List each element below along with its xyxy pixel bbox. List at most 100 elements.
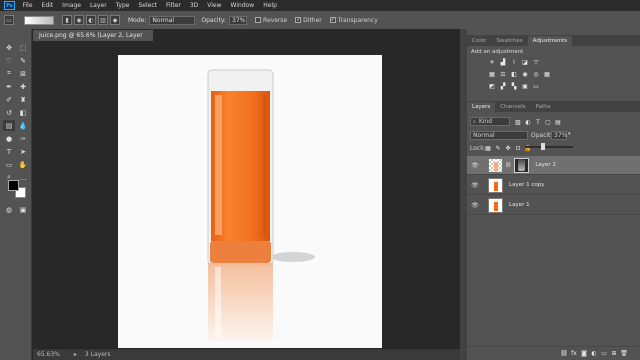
menu-3d[interactable]: 3D — [185, 0, 202, 11]
quick-select-icon[interactable]: ✎ — [17, 55, 29, 66]
menu-image[interactable]: Image — [58, 0, 86, 11]
vibrance-icon[interactable]: ▽ — [532, 58, 540, 66]
eraser-tool-icon[interactable]: ◧ — [17, 107, 29, 118]
filter-type-icon[interactable]: T — [534, 118, 542, 126]
document-tab[interactable]: Juice.png @ 65.6% (Layer 2, Layer Mask/8… — [33, 30, 153, 50]
tab-layers[interactable]: Layers — [467, 102, 496, 112]
tab-adjustments[interactable]: Adjustments — [527, 36, 573, 46]
mode-select[interactable]: Normal — [149, 15, 196, 25]
dither-checkbox[interactable]: ✓ — [295, 17, 302, 23]
filter-smart-icon[interactable]: ▤ — [554, 118, 562, 126]
layer-name[interactable]: Layer 1 — [509, 202, 530, 208]
history-brush-icon[interactable]: ↺ — [3, 107, 15, 118]
filter-pixel-icon[interactable]: ▨ — [514, 118, 522, 126]
tab-channels[interactable]: Channels — [495, 102, 530, 112]
foreground-color-swatch[interactable] — [8, 180, 19, 191]
levels-icon[interactable]: ▟ — [499, 58, 507, 66]
menu-help[interactable]: Help — [259, 0, 282, 11]
layer-row-layer-1-copy[interactable]: 👁 Layer 1 copy — [467, 176, 640, 195]
menu-filter[interactable]: Filter — [162, 0, 186, 11]
menu-file[interactable]: File — [18, 0, 37, 11]
gradient-map-icon[interactable]: ▭ — [532, 82, 540, 90]
selective-color-icon[interactable]: ▣ — [521, 82, 529, 90]
menu-select[interactable]: Select — [134, 0, 162, 11]
layer-name[interactable]: Layer 1 copy — [509, 182, 544, 188]
color-balance-icon[interactable]: ⚖ — [499, 70, 507, 78]
reflected-gradient-icon[interactable]: ▥ — [98, 15, 108, 25]
gradient-tool-icon[interactable]: ▭ — [4, 15, 14, 25]
gradient-tool-icon[interactable]: ▤ — [3, 120, 15, 131]
marquee-tool-icon[interactable]: ⬚ — [17, 42, 29, 53]
hue-saturation-icon[interactable]: ▦ — [488, 70, 496, 78]
angle-gradient-icon[interactable]: ◐ — [86, 15, 96, 25]
quick-mask-icon[interactable]: ◍ — [3, 204, 15, 215]
black-white-icon[interactable]: ◧ — [510, 70, 518, 78]
lock-pixels-icon[interactable]: ✎ — [494, 144, 502, 152]
layer-opacity-field[interactable]: 37% — [551, 131, 567, 140]
delete-layer-icon[interactable]: 🗑 — [620, 349, 628, 357]
crop-tool-icon[interactable]: ⌗ — [3, 68, 15, 79]
invert-icon[interactable]: ◩ — [488, 82, 496, 90]
path-select-icon[interactable]: ➤ — [17, 146, 29, 157]
opacity-slider-thumb[interactable] — [541, 143, 545, 150]
opacity-dropdown-icon[interactable]: ▾ — [568, 131, 574, 140]
linear-gradient-icon[interactable]: ▮ — [62, 15, 72, 25]
visibility-eye-icon[interactable]: 👁 — [470, 162, 480, 169]
menu-window[interactable]: Window — [226, 0, 259, 11]
layer-style-icon[interactable]: fx — [570, 349, 578, 357]
reverse-checkbox[interactable] — [255, 17, 262, 23]
new-adjustment-icon[interactable]: ◐ — [590, 349, 598, 357]
layer-name[interactable]: Layer 2 — [535, 162, 556, 168]
new-group-icon[interactable]: ▭ — [600, 349, 608, 357]
layer-filter-select[interactable]: ⌕ Kind — [470, 117, 510, 126]
blur-tool-icon[interactable]: 💧 — [17, 120, 29, 131]
transparency-checkbox[interactable]: ✓ — [329, 17, 336, 23]
tab-color[interactable]: Color — [467, 36, 491, 46]
exposure-icon[interactable]: ◪ — [521, 58, 529, 66]
document-canvas[interactable] — [118, 55, 382, 348]
filter-shape-icon[interactable]: ▢ — [544, 118, 552, 126]
menu-type[interactable]: Type — [111, 0, 134, 11]
radial-gradient-icon[interactable]: ◉ — [74, 15, 84, 25]
curves-icon[interactable]: ⌇ — [510, 58, 518, 66]
threshold-icon[interactable]: ▚ — [510, 82, 518, 90]
photo-filter-icon[interactable]: ◉ — [521, 70, 529, 78]
layer-row-layer-1[interactable]: 👁 Layer 1 — [467, 196, 640, 215]
hand-tool-icon[interactable]: ✋ — [17, 159, 29, 170]
menu-layer[interactable]: Layer — [85, 0, 111, 11]
dodge-tool-icon[interactable]: ● — [3, 133, 15, 144]
link-layers-icon[interactable]: ⛓ — [560, 349, 568, 357]
lock-position-icon[interactable]: ✥ — [504, 144, 512, 152]
healing-tool-icon[interactable]: ✚ — [17, 81, 29, 92]
add-mask-icon[interactable]: ◙ — [580, 349, 588, 357]
move-tool-icon[interactable]: ✥ — [3, 42, 15, 53]
pen-tool-icon[interactable]: ✑ — [17, 133, 29, 144]
menu-edit[interactable]: Edit — [37, 0, 58, 11]
frame-tool-icon[interactable]: ⊠ — [17, 68, 29, 79]
gradient-picker[interactable] — [24, 15, 54, 25]
tab-swatches[interactable]: Swatches — [491, 36, 527, 46]
posterize-icon[interactable]: ▞ — [499, 82, 507, 90]
type-tool-icon[interactable]: T — [3, 146, 15, 157]
visibility-eye-icon[interactable]: 👁 — [470, 182, 480, 189]
shape-tool-icon[interactable]: ▭ — [3, 159, 15, 170]
brush-tool-icon[interactable]: ✐ — [3, 94, 15, 105]
channel-mixer-icon[interactable]: ◎ — [532, 70, 540, 78]
layer-mask-thumbnail[interactable] — [514, 157, 530, 173]
tab-paths[interactable]: Paths — [531, 102, 556, 112]
mask-link-icon[interactable]: ⛓ — [505, 162, 511, 168]
lasso-tool-icon[interactable]: ➰ — [3, 55, 15, 66]
lock-artboard-icon[interactable]: ⊡ — [514, 144, 522, 152]
status-arrow-icon[interactable]: ▸ — [74, 351, 77, 358]
layer-row-layer-2[interactable]: 👁 ⛓ Layer 2 — [467, 156, 640, 175]
eyedropper-tool-icon[interactable]: ✒ — [3, 81, 15, 92]
brightness-icon[interactable]: ☀ — [488, 58, 496, 66]
visibility-eye-icon[interactable]: 👁 — [470, 202, 480, 209]
zoom-readout[interactable]: 65.63% — [37, 351, 60, 358]
menu-view[interactable]: View — [203, 0, 226, 11]
screen-mode-icon[interactable]: ▣ — [17, 204, 29, 215]
new-layer-icon[interactable]: ⊞ — [610, 349, 618, 357]
opacity-slider-track[interactable] — [525, 146, 573, 148]
stamp-tool-icon[interactable]: ♜ — [17, 94, 29, 105]
blend-mode-select[interactable]: Normal — [470, 131, 528, 140]
